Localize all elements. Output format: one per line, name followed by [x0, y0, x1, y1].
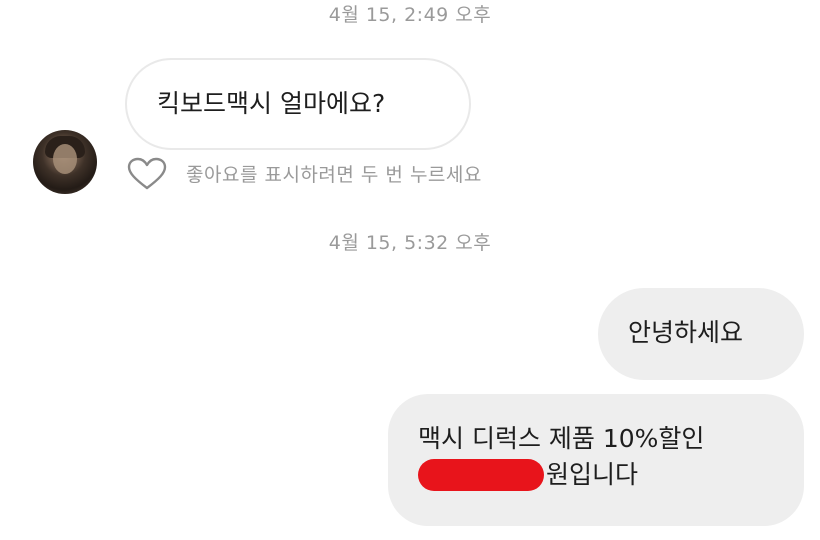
timestamp: 4월 15, 2:49 오후 [328, 4, 492, 26]
incoming-message-text: 킥보드맥시 얼마에요? [157, 89, 386, 118]
redaction-mark [418, 459, 544, 491]
outgoing-message-text: 안녕하세요 [628, 318, 744, 347]
incoming-message-bubble[interactable]: 킥보드맥시 얼마에요? [125, 58, 471, 150]
chat-thread: 4월 15, 2:49 오후 킥보드맥시 얼마에요? 좋아요를 표시하려면 두 … [0, 0, 820, 540]
outgoing-message-bubble[interactable]: 맥시 디럭스 제품 10%할인 원입니다 [388, 394, 804, 526]
heart-icon[interactable] [127, 157, 167, 191]
like-hint-text: 좋아요를 표시하려면 두 번 누르세요 [186, 164, 482, 186]
sender-avatar[interactable] [33, 130, 97, 194]
outgoing-message-bubble[interactable]: 안녕하세요 [598, 288, 804, 380]
outgoing-message-line: 맥시 디럭스 제품 10%할인 [418, 424, 705, 453]
avatar-face [53, 144, 77, 174]
outgoing-message-line: 원입니다 [418, 458, 804, 492]
timestamp: 4월 15, 5:32 오후 [328, 232, 492, 254]
outgoing-message-suffix: 원입니다 [546, 460, 639, 489]
